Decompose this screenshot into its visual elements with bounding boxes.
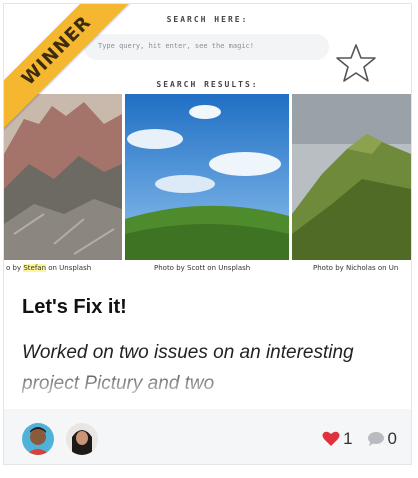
avatar-1[interactable]: [22, 423, 54, 455]
photo-sky-grass: [125, 94, 289, 260]
comment-icon: [367, 432, 384, 446]
card-footer: 1 0: [4, 409, 411, 464]
like-button[interactable]: 1: [322, 429, 353, 449]
photo-credit-1: o by Stefan on Unsplash: [6, 264, 91, 272]
credit-name: Stefan: [23, 264, 47, 272]
credit-suffix: on Unsplash: [46, 264, 92, 272]
credit-prefix: o by: [6, 264, 24, 272]
photo-credit-3: Photo by Nicholas on Un: [313, 264, 399, 272]
post-title[interactable]: Let's Fix it!: [22, 296, 127, 319]
heart-icon: [322, 431, 340, 446]
winner-label: WINNER: [4, 4, 134, 131]
photo-credit-2: Photo by Scott on Unsplash: [154, 264, 251, 272]
post-description: Worked on two issues on an interesting p…: [22, 342, 354, 394]
reactions: 1 0: [308, 429, 397, 449]
comment-button[interactable]: 0: [367, 429, 397, 449]
photo-green-hill: [292, 94, 411, 260]
post-card[interactable]: SEARCH HERE: Type query, hit enter, see …: [3, 3, 412, 465]
like-count: 1: [343, 429, 353, 448]
comment-count: 0: [387, 429, 397, 448]
star-icon: [336, 44, 376, 82]
winner-badge: WINNER: [4, 4, 134, 134]
avatar-2[interactable]: [66, 423, 98, 455]
